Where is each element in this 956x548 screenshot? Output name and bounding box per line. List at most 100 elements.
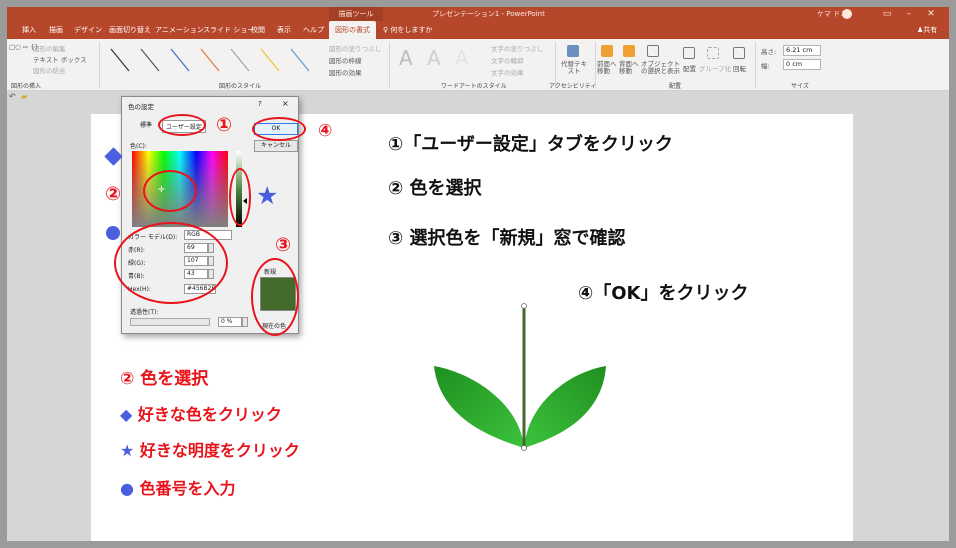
window-title: プレゼンテーション1 - PowerPoint xyxy=(432,10,545,18)
tell-me-text: 何をしますか xyxy=(390,26,433,34)
annotation-oval-custom-tab xyxy=(158,114,206,136)
height-label: 高さ: xyxy=(761,48,777,56)
step-4-text: ④「OK」をクリック xyxy=(578,283,749,304)
step-1-text: ①「ユーザー設定」タブをクリック xyxy=(388,134,673,155)
cancel-button[interactable]: キャンセル xyxy=(254,140,298,152)
transparency-label: 透過性(T): xyxy=(130,309,159,316)
left-leaf[interactable] xyxy=(434,366,524,448)
context-tab-group-label: 描画ツール xyxy=(329,7,383,21)
selection-pane-icon xyxy=(647,45,659,57)
line-handle-bottom[interactable] xyxy=(521,445,527,451)
step-2-text: ② 色を選択 xyxy=(388,178,482,199)
share-label: 共有 xyxy=(923,26,938,34)
ribbon-tabs: 挿入 描画 デザイン 画面切り替え アニメーション スライド ショー 校閲 表示… xyxy=(7,21,949,39)
group-icon xyxy=(707,47,719,59)
share-button[interactable]: ♟共有 xyxy=(917,21,937,39)
line-handle-top[interactable] xyxy=(521,303,527,309)
edit-shape-button[interactable]: 図形の編集 xyxy=(33,43,66,53)
star-icon: ★ xyxy=(120,441,135,460)
height-field[interactable]: 6.21 cm xyxy=(783,45,821,56)
divider xyxy=(755,42,756,88)
tab-design[interactable]: デザイン xyxy=(74,21,102,39)
alt-text-icon xyxy=(567,45,579,57)
text-fill-button[interactable]: 文字の塗りつぶし xyxy=(491,43,543,53)
tab-view[interactable]: 表示 xyxy=(277,21,291,39)
group-label-arrange: 配置 xyxy=(669,83,682,90)
divider xyxy=(99,42,100,88)
wordart-style-3[interactable]: A xyxy=(455,46,469,70)
textbox-button[interactable]: テキスト ボックス xyxy=(33,54,87,64)
tab-shape-format[interactable]: 図形の書式 xyxy=(329,21,376,39)
help-button[interactable]: ? xyxy=(258,100,262,108)
annotation-oval-spectrum xyxy=(143,170,197,212)
wordart-style-1[interactable]: A xyxy=(399,46,413,70)
shape-fill-button[interactable]: 図形の塗りつぶし xyxy=(329,43,381,53)
diamond-icon: ◆ xyxy=(120,405,133,424)
tab-help[interactable]: ヘルプ xyxy=(303,21,324,39)
tell-me-search[interactable]: ♀ 何をしますか xyxy=(383,21,432,39)
group-label-insert-shapes: 図形の挿入 xyxy=(11,83,42,90)
shape-style-gallery[interactable] xyxy=(107,45,317,75)
rotate-button[interactable]: 回転 xyxy=(733,63,746,73)
selection-pane-button[interactable]: オブジェクトの選択と表示 xyxy=(641,61,681,75)
width-field[interactable]: 0 cm xyxy=(783,59,821,70)
alt-text-button[interactable]: 代替テキスト xyxy=(560,61,588,75)
legend-item-color: ◆ 好きな色をクリック xyxy=(120,401,282,425)
divider xyxy=(389,42,390,88)
ribbon-display-icon[interactable]: ▭ xyxy=(877,7,897,21)
group-label-shape-styles: 図形のスタイル xyxy=(219,83,262,90)
transparency-input[interactable]: 0 % xyxy=(218,317,242,327)
wordart-style-2[interactable]: A xyxy=(427,46,441,70)
tab-insert[interactable]: 挿入 xyxy=(22,21,36,39)
tab-standard[interactable]: 標準 xyxy=(140,120,152,129)
tab-transitions[interactable]: 画面切り替え xyxy=(109,21,151,39)
tab-animations[interactable]: アニメーション xyxy=(155,21,204,39)
lightbulb-icon: ♀ xyxy=(383,26,389,34)
circle-icon: ● xyxy=(120,479,134,498)
colors-label: 色(C): xyxy=(130,143,147,150)
annotation-number-3: ③ xyxy=(275,234,292,256)
annotation-oval-rgb xyxy=(114,222,228,304)
group-label-accessibility: アクセシビリティ xyxy=(549,83,597,90)
legend-text: 好きな明度をクリック xyxy=(139,441,300,460)
shape-outline-button[interactable]: 図形の枠線 xyxy=(329,55,362,65)
annotation-oval-luminance xyxy=(229,168,251,226)
annotation-number-2: ② xyxy=(105,183,122,205)
group-button[interactable]: グループ化 xyxy=(699,63,731,73)
folder-icon[interactable]: ▰ xyxy=(21,92,27,101)
shape-effects-button[interactable]: 図形の効果 xyxy=(329,67,362,77)
transparency-spinner[interactable] xyxy=(242,317,248,327)
avatar[interactable] xyxy=(842,9,852,19)
leaf-shapes[interactable] xyxy=(430,302,610,452)
annotation-number-1: ① xyxy=(216,114,233,136)
close-window-icon[interactable]: ✕ xyxy=(921,7,941,21)
bring-forward-button[interactable]: 前面へ移動 xyxy=(597,61,619,75)
text-effects-button[interactable]: 文字の効果 xyxy=(491,67,524,77)
dialog-close-button[interactable]: × xyxy=(282,99,289,108)
transparency-slider[interactable] xyxy=(130,318,210,326)
tab-slideshow[interactable]: スライド ショー xyxy=(203,21,254,39)
tab-review[interactable]: 校閲 xyxy=(251,21,265,39)
align-button[interactable]: 配置 xyxy=(683,63,696,73)
annotation-number-4: ④ xyxy=(318,121,333,141)
star-marker-icon: ★ xyxy=(256,181,279,210)
group-label-size: サイズ xyxy=(791,83,809,90)
annotation-oval-new xyxy=(251,258,299,336)
minimize-icon[interactable]: – xyxy=(899,7,919,21)
title-bar: 描画ツール プレゼンテーション1 - PowerPoint ケマ ドコ ▭ – … xyxy=(7,7,949,21)
align-icon xyxy=(683,47,695,59)
undo-icon[interactable]: ↶ xyxy=(9,92,16,101)
legend-text: 好きな色をクリック xyxy=(137,405,282,424)
width-label: 幅: xyxy=(761,62,770,70)
merge-shapes-button[interactable]: 図形の結合 xyxy=(33,65,66,75)
right-leaf[interactable] xyxy=(524,366,606,448)
tab-draw[interactable]: 描画 xyxy=(49,21,63,39)
group-label-wordart: ワードアートのスタイル xyxy=(441,83,507,90)
text-outline-button[interactable]: 文字の輪郭 xyxy=(491,55,524,65)
legend-text: 色番号を入力 xyxy=(139,479,236,498)
annotation-oval-ok xyxy=(252,117,306,141)
divider xyxy=(595,42,596,88)
rotate-icon xyxy=(733,47,745,59)
send-backward-button[interactable]: 背面へ移動 xyxy=(619,61,641,75)
send-backward-icon xyxy=(623,45,635,57)
